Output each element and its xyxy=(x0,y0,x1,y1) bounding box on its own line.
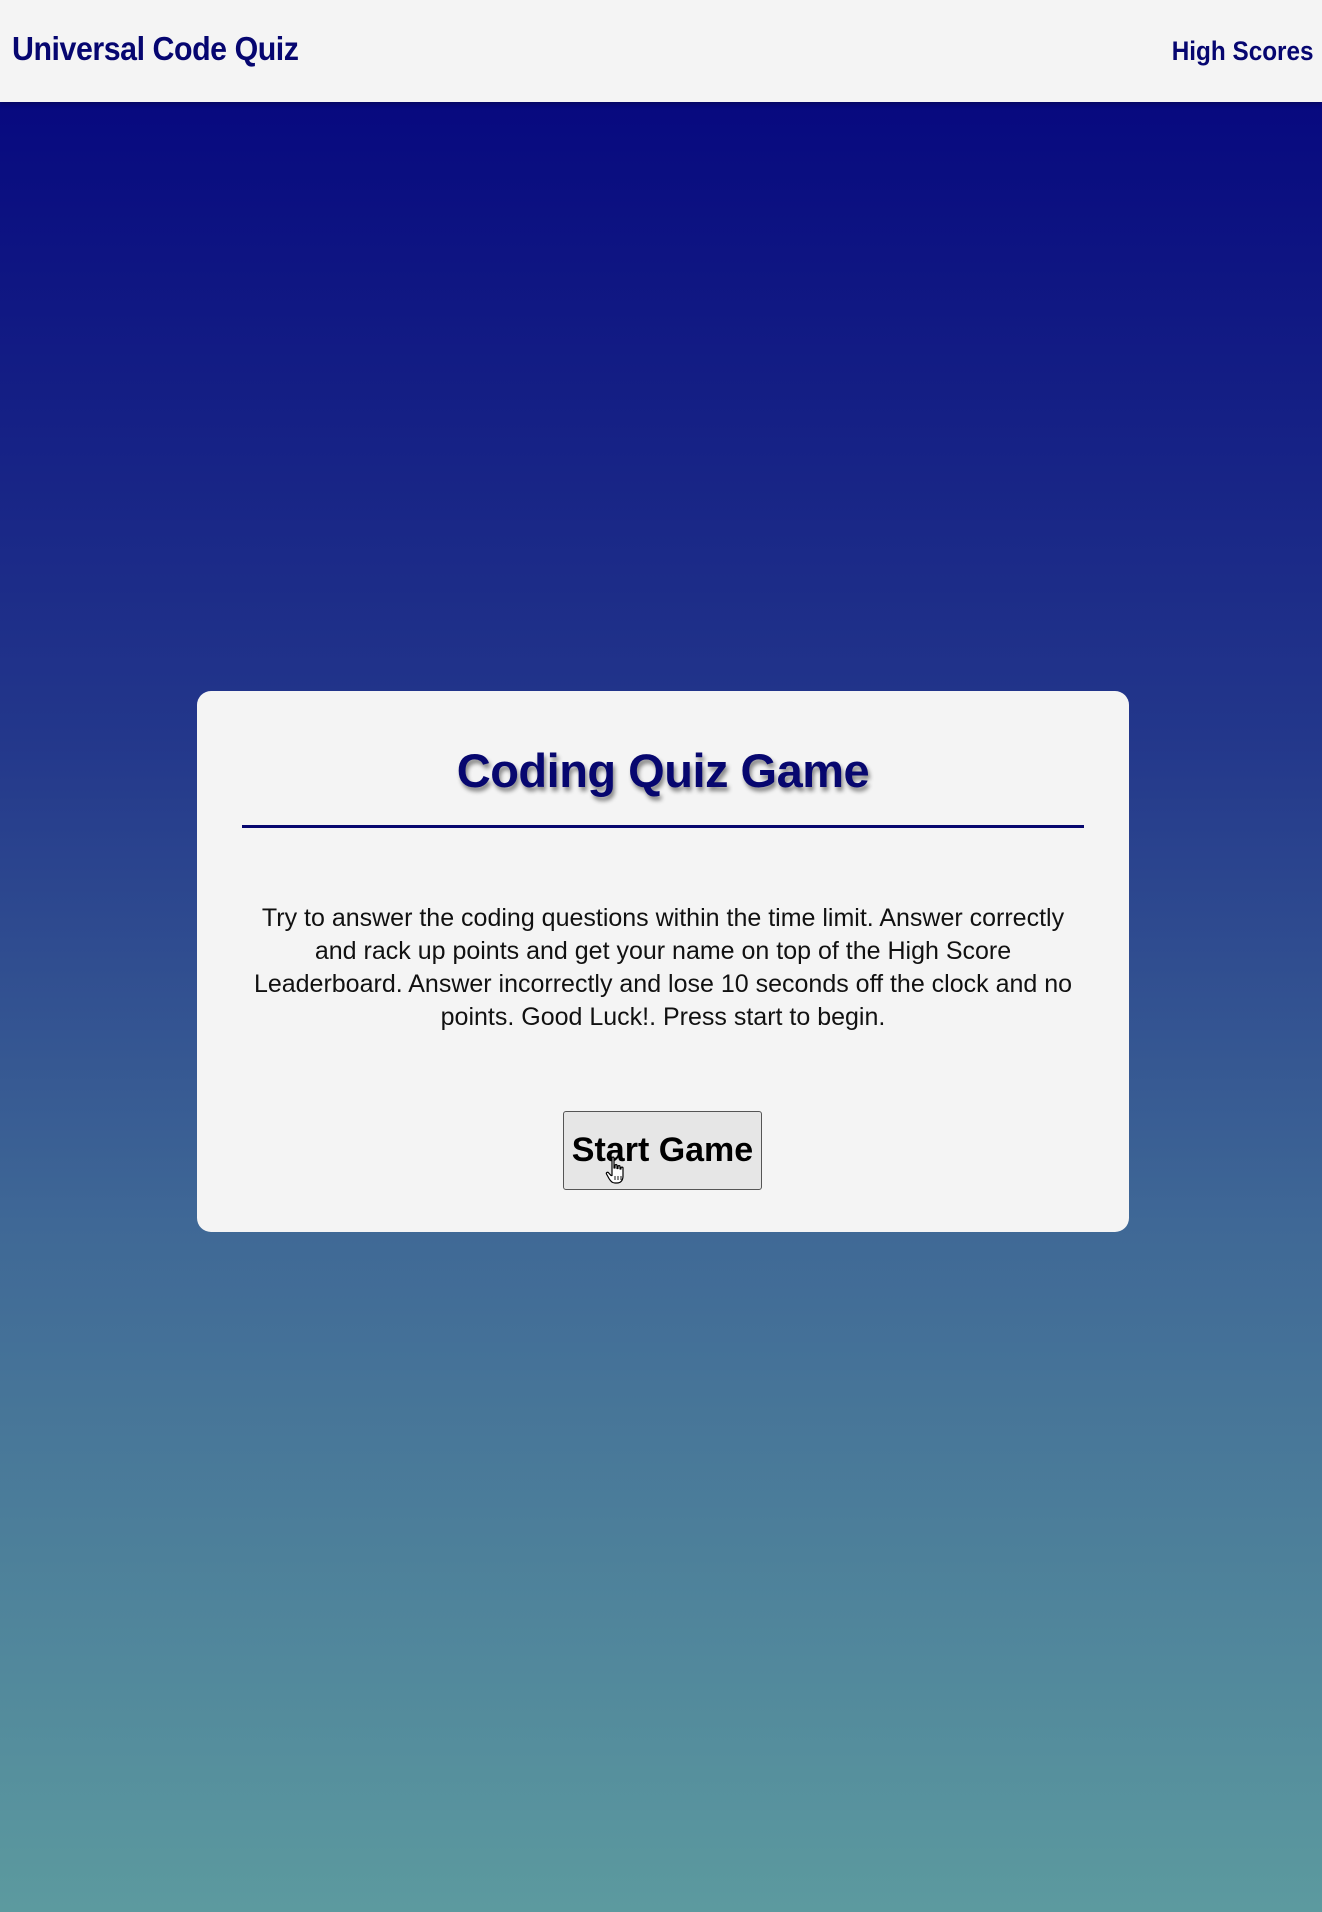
app-header: Universal Code Quiz High Scores xyxy=(0,0,1322,102)
main-area: Coding Quiz Game Try to answer the codin… xyxy=(0,102,1322,1912)
app-title: Universal Code Quiz xyxy=(12,30,299,67)
high-scores-link[interactable]: High Scores xyxy=(1172,36,1314,67)
start-game-button[interactable]: Start Game xyxy=(563,1111,762,1190)
title-divider xyxy=(242,825,1084,828)
card-title: Coding Quiz Game xyxy=(456,744,870,797)
hand-pointer-icon xyxy=(605,1156,624,1184)
quiz-intro-card: Coding Quiz Game Try to answer the codin… xyxy=(197,691,1129,1232)
instructions-text: Try to answer the coding questions withi… xyxy=(253,904,1073,1031)
